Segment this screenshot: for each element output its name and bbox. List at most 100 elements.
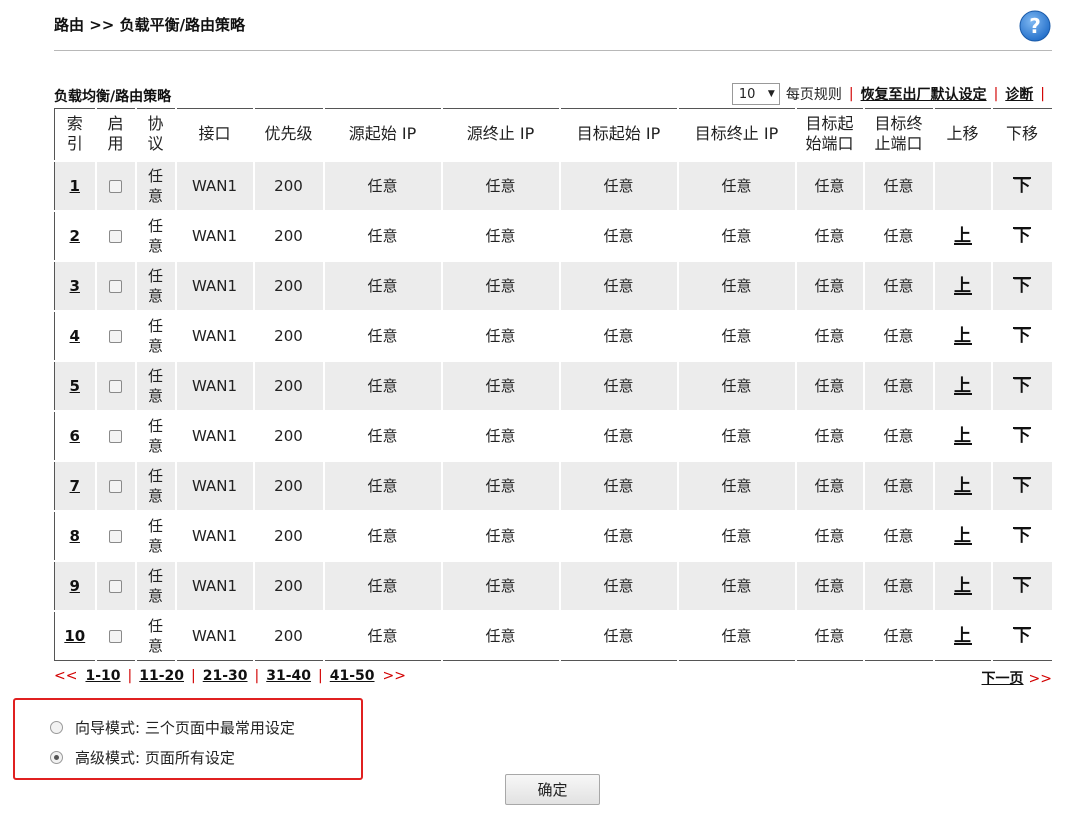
advanced-mode-option[interactable]: 高级模式: 页面所有设定 bbox=[50, 747, 235, 768]
protocol-text: 意 bbox=[147, 486, 163, 505]
move-down-glyph: 下 bbox=[1013, 275, 1031, 296]
page-link-1-10[interactable]: 1-10 bbox=[85, 668, 120, 684]
move-down-button[interactable]: 下 bbox=[1013, 627, 1031, 645]
cell-interface: WAN1 bbox=[175, 159, 255, 211]
svg-text:?: ? bbox=[1029, 14, 1041, 38]
move-down-glyph: 下 bbox=[1013, 475, 1031, 496]
divider: | bbox=[127, 668, 133, 684]
page-link-31-40[interactable]: 31-40 bbox=[266, 668, 311, 684]
rule-index-link[interactable]: 5 bbox=[70, 377, 80, 395]
cell-src-end-ip: 任意 bbox=[441, 309, 561, 361]
rule-index-link[interactable]: 10 bbox=[64, 627, 85, 645]
cell-dst-end-port: 任意 bbox=[863, 409, 935, 461]
page-link-11-20[interactable]: 11-20 bbox=[139, 668, 184, 684]
enable-checkbox[interactable] bbox=[109, 179, 122, 193]
cell-interface: WAN1 bbox=[175, 609, 255, 661]
rule-index-link[interactable]: 1 bbox=[70, 177, 80, 195]
diagnose-link[interactable]: 诊断 bbox=[1005, 84, 1033, 104]
enable-checkbox[interactable] bbox=[109, 229, 122, 243]
cell-protocol: 任意 bbox=[135, 359, 177, 411]
page-link-21-30[interactable]: 21-30 bbox=[203, 668, 248, 684]
enable-checkbox[interactable] bbox=[109, 579, 122, 593]
cell-move-down: 下 bbox=[991, 309, 1054, 361]
cell-dst-start-port: 任意 bbox=[795, 509, 865, 561]
move-up-button[interactable]: 上 bbox=[953, 477, 972, 495]
move-up-glyph: 上 bbox=[954, 525, 971, 546]
cell-move-up bbox=[933, 159, 993, 211]
cell-interface: WAN1 bbox=[175, 259, 255, 311]
move-down-button[interactable]: 下 bbox=[1013, 176, 1031, 195]
rules-per-page-select[interactable]: 10 ▼ bbox=[731, 83, 780, 105]
move-up-button[interactable]: 上 bbox=[953, 325, 972, 346]
enable-checkbox[interactable] bbox=[109, 279, 122, 293]
cell-move-up: 上 bbox=[933, 459, 993, 511]
move-up-button[interactable]: 上 bbox=[953, 277, 972, 295]
cell-dst-end-port: 任意 bbox=[863, 259, 935, 311]
rule-index-link[interactable]: 3 bbox=[70, 277, 80, 295]
rule-index-link[interactable]: 2 bbox=[70, 227, 80, 245]
protocol-text: 任 bbox=[147, 216, 163, 235]
cell-src-start-ip: 任意 bbox=[323, 609, 443, 661]
cell-enable bbox=[95, 559, 137, 611]
move-down-button[interactable]: 下 bbox=[1013, 225, 1031, 246]
move-up-glyph: 上 bbox=[954, 225, 971, 246]
wizard-mode-radio[interactable] bbox=[50, 721, 63, 734]
move-down-button[interactable]: 下 bbox=[1013, 526, 1031, 545]
move-down-button[interactable]: 下 bbox=[1013, 576, 1031, 595]
divider: | bbox=[318, 668, 323, 684]
protocol-text: 意 bbox=[147, 186, 163, 205]
col-header-interface: 接口 bbox=[175, 108, 255, 161]
move-up-button[interactable]: 上 bbox=[953, 225, 972, 246]
move-down-button[interactable]: 下 bbox=[1013, 426, 1031, 445]
advanced-mode-radio[interactable] bbox=[50, 751, 63, 764]
protocol-text: 任 bbox=[147, 266, 163, 285]
cell-src-end-ip: 任意 bbox=[441, 409, 561, 461]
table-row: 4 任意 WAN1 200 任意 任意 任意 任意 任意 任意上下 bbox=[54, 309, 1054, 361]
enable-checkbox[interactable] bbox=[109, 479, 122, 493]
next-page-link[interactable]: 下一页 bbox=[982, 671, 1024, 687]
cell-move-up: 上 bbox=[933, 209, 993, 261]
table-row: 2 任意 WAN1 200 任意 任意 任意 任意 任意 任意上下 bbox=[54, 209, 1054, 261]
rule-index-link[interactable]: 9 bbox=[70, 577, 80, 595]
move-up-glyph: 上 bbox=[954, 325, 971, 346]
move-down-button[interactable]: 下 bbox=[1013, 275, 1031, 296]
cell-protocol: 任意 bbox=[135, 259, 177, 311]
move-down-button[interactable]: 下 bbox=[1013, 326, 1031, 345]
move-up-button[interactable]: 上 bbox=[953, 427, 972, 445]
cell-interface: WAN1 bbox=[175, 459, 255, 511]
rule-index-link[interactable]: 8 bbox=[70, 527, 80, 545]
move-up-button[interactable]: 上 bbox=[953, 627, 972, 645]
rule-index-link[interactable]: 4 bbox=[70, 327, 80, 345]
cell-dst-start-ip: 任意 bbox=[559, 459, 679, 511]
wizard-mode-option[interactable]: 向导模式: 三个页面中最常用设定 bbox=[50, 717, 295, 738]
enable-checkbox[interactable] bbox=[109, 529, 122, 543]
restore-defaults-link[interactable]: 恢复至出厂默认设定 bbox=[861, 84, 987, 104]
move-up-button[interactable]: 上 bbox=[953, 377, 972, 395]
help-icon[interactable]: ? bbox=[1019, 10, 1051, 42]
enable-checkbox[interactable] bbox=[109, 429, 122, 443]
table-row: 10 任意 WAN1 200 任意 任意 任意 任意 任意 任意上下 bbox=[54, 609, 1054, 661]
cell-dst-end-ip: 任意 bbox=[677, 309, 797, 361]
enable-checkbox[interactable] bbox=[109, 629, 122, 643]
rule-index-link[interactable]: 6 bbox=[70, 427, 80, 445]
cell-index: 5 bbox=[54, 359, 97, 411]
rule-index-link[interactable]: 7 bbox=[70, 477, 80, 495]
cell-src-start-ip: 任意 bbox=[323, 259, 443, 311]
move-down-glyph: 下 bbox=[1013, 375, 1031, 396]
move-up-button[interactable]: 上 bbox=[953, 577, 972, 595]
page-link-41-50[interactable]: 41-50 bbox=[330, 668, 375, 684]
enable-checkbox[interactable] bbox=[109, 329, 122, 343]
cell-dst-start-ip: 任意 bbox=[559, 259, 679, 311]
move-down-button[interactable]: 下 bbox=[1013, 375, 1031, 396]
move-up-button[interactable]: 上 bbox=[953, 525, 972, 546]
move-down-glyph: 下 bbox=[1013, 225, 1031, 246]
cell-move-down: 下 bbox=[991, 159, 1054, 211]
ok-button[interactable]: 确定 bbox=[505, 774, 600, 805]
protocol-text: 任 bbox=[147, 616, 163, 635]
policy-table: 索引 启用 协议 接口 优先级 源起始 IP 源终止 IP 目标起始 IP 目标… bbox=[54, 108, 1054, 661]
cell-priority: 200 bbox=[253, 309, 325, 361]
cell-dst-start-port: 任意 bbox=[795, 559, 865, 611]
move-down-button[interactable]: 下 bbox=[1013, 475, 1031, 496]
enable-checkbox[interactable] bbox=[109, 379, 122, 393]
cell-interface: WAN1 bbox=[175, 409, 255, 461]
